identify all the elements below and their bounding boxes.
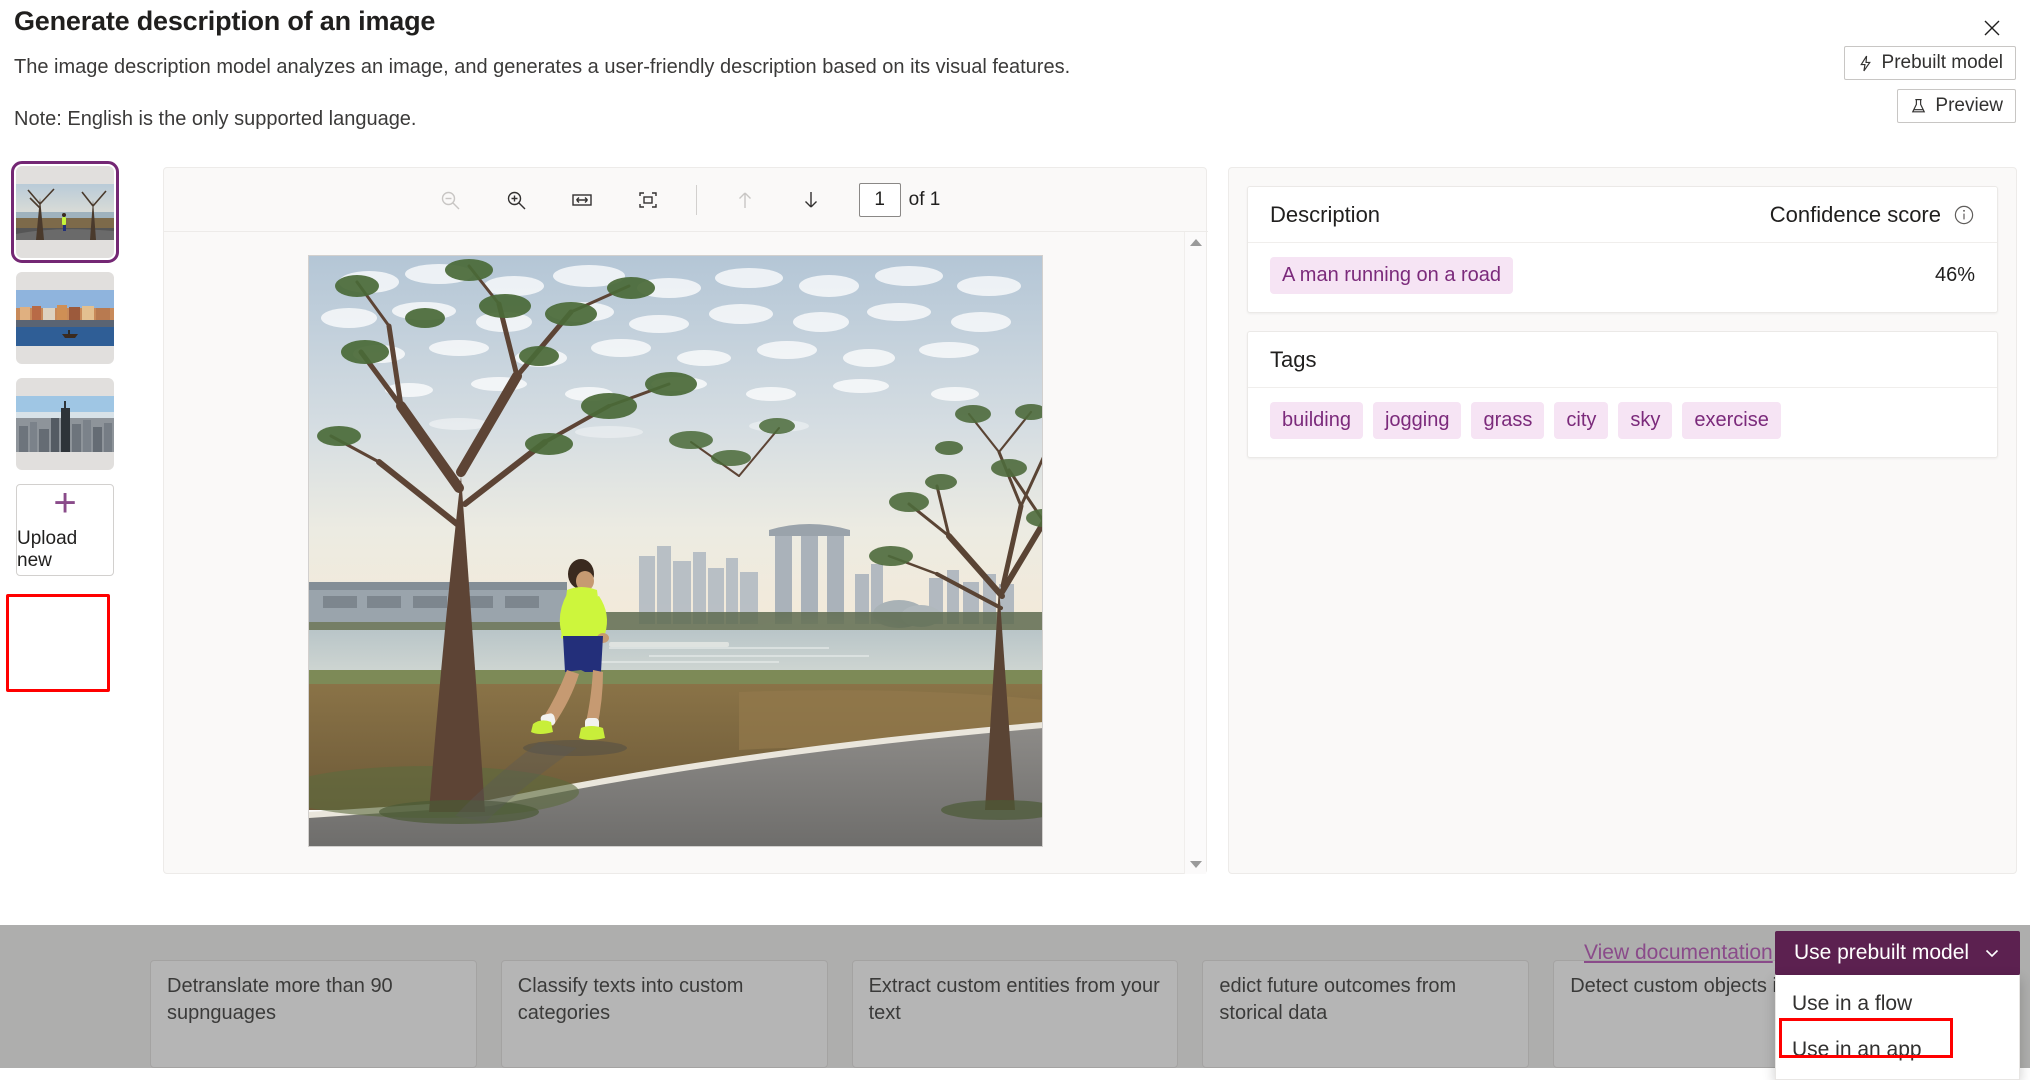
zoom-out-icon [438,188,462,212]
generate-description-dialog: Generate description of an image The ima… [0,0,2030,925]
image-viewer: of 1 [163,167,1207,874]
page-title: Generate description of an image [14,6,435,37]
description-card: Description Confidence score A man runni… [1247,186,1998,313]
toolbar-divider [696,185,697,215]
chevron-down-icon [1983,944,2001,962]
viewer-vertical-scrollbar[interactable] [1184,232,1206,874]
fit-width-icon [570,188,594,212]
zoom-in-icon [504,188,528,212]
fit-page-icon [636,188,660,212]
tags-card: Tags building jogging grass city sky exe… [1247,331,1998,458]
arrow-up-icon [733,188,757,212]
tag-item[interactable]: exercise [1682,402,1780,439]
description-confidence-value: 46% [1935,264,1975,287]
fit-width-button[interactable] [564,182,600,218]
tag-item[interactable]: sky [1618,402,1672,439]
thumbnail-item-jogger[interactable] [16,166,114,258]
page-number-input[interactable] [859,183,901,217]
triangle-up-icon [1190,239,1202,246]
info-icon[interactable] [1953,204,1975,226]
tag-item[interactable]: city [1554,402,1608,439]
waterfront-town-thumbnail-image [16,290,114,346]
zoom-out-button[interactable] [432,182,468,218]
jogger-park-thumbnail-image [16,184,114,240]
description-card-header: Description Confidence score [1248,187,1997,243]
thumbnail-item-city-skyline[interactable] [16,378,114,470]
viewer-canvas [164,232,1186,874]
prebuilt-model-badge: Prebuilt model [1844,46,2016,80]
page-total-label: of 1 [909,189,941,211]
tag-item[interactable]: building [1270,402,1363,439]
beaker-icon [1910,98,1927,115]
upload-new-label: Upload new [17,528,113,572]
close-button[interactable] [1972,8,2012,48]
results-panel: Description Confidence score A man runni… [1228,167,2017,874]
next-page-button[interactable] [793,182,829,218]
dialog-footer: View documentation Use prebuilt model Us… [0,925,2030,989]
tags-card-header: Tags [1248,332,1997,388]
city-skyline-thumbnail-image [16,396,114,452]
plus-icon: + [53,488,76,518]
preview-badge-label: Preview [1935,95,2003,117]
triangle-down-icon [1190,861,1202,868]
scroll-up-button[interactable] [1185,232,1207,252]
dialog-note: Note: English is the only supported lang… [14,108,417,131]
close-icon [1982,18,2002,38]
menu-item-use-in-an-app[interactable]: Use in an app [1776,1027,2019,1073]
scroll-down-button[interactable] [1185,854,1207,874]
jogger-photo [309,256,1043,847]
menu-item-use-in-a-flow[interactable]: Use in a flow [1776,981,2019,1027]
prebuilt-model-badge-label: Prebuilt model [1882,52,2003,74]
tag-item[interactable]: jogging [1373,402,1462,439]
thumbnail-item-waterfront[interactable] [16,272,114,364]
dialog-subtitle: The image description model analyzes an … [14,56,1070,79]
zoom-in-button[interactable] [498,182,534,218]
previous-page-button[interactable] [727,182,763,218]
thumbnail-rail: + Upload new [10,166,138,576]
confidence-score-label: Confidence score [1770,202,1941,228]
tags-list: building jogging grass city sky exercise [1248,388,1997,457]
tags-title: Tags [1270,347,1316,373]
document-image[interactable] [308,255,1043,847]
tag-item[interactable]: grass [1471,402,1544,439]
arrow-down-icon [799,188,823,212]
view-documentation-link[interactable]: View documentation [1584,941,1773,965]
description-title: Description [1270,202,1380,228]
upload-new-highlight-box [6,594,110,692]
use-prebuilt-model-label: Use prebuilt model [1794,941,1969,965]
upload-new-button[interactable]: + Upload new [16,484,114,576]
preview-badge: Preview [1897,89,2016,123]
viewer-toolbar: of 1 [164,168,1208,232]
use-prebuilt-model-button[interactable]: Use prebuilt model [1775,931,2020,975]
description-value-pill: A man running on a road [1270,257,1513,294]
description-row: A man running on a road 46% [1248,243,1997,312]
fit-page-button[interactable] [630,182,666,218]
lightning-bolt-icon [1857,55,1874,72]
use-model-dropdown-menu: Use in a flow Use in an app [1775,975,2020,1080]
